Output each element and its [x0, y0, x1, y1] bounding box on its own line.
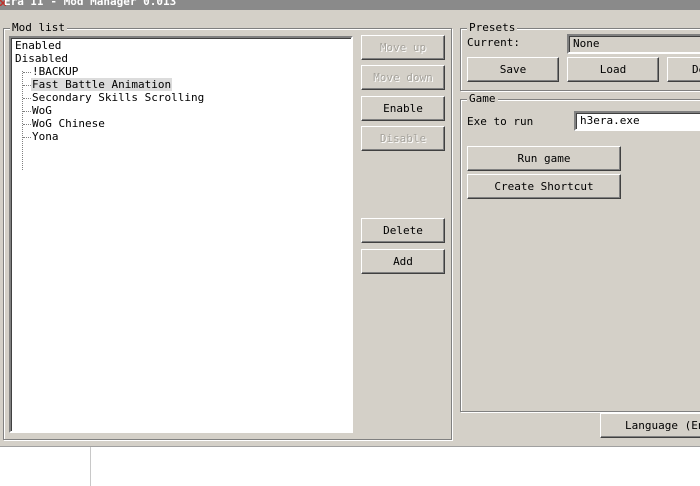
current-preset-field[interactable]: None	[567, 34, 700, 54]
mod-item-label: WoG Chinese	[32, 117, 105, 130]
background-divider	[90, 447, 91, 486]
mod-tree[interactable]: Enabled Disabled !BACKUP Fast Battle Ani…	[9, 36, 353, 433]
exe-to-run-label: Exe to run	[467, 115, 534, 128]
tree-connector	[23, 124, 31, 125]
load-preset-button[interactable]: Load	[567, 57, 659, 82]
tree-node-label: Enabled	[15, 39, 62, 52]
move-down-button[interactable]: Move down	[361, 65, 445, 90]
tree-connector	[23, 85, 31, 86]
tree-node-label: Disabled	[15, 52, 68, 65]
main-window: Mod list Enabled Disabled !BACKUP Fast B…	[0, 10, 700, 446]
game-legend: Game	[467, 92, 498, 105]
save-preset-button[interactable]: Save	[467, 57, 559, 82]
mod-item-wog-chinese[interactable]: WoG Chinese	[31, 117, 106, 130]
game-group: Game	[460, 92, 700, 412]
mod-item-secondary-skills-scrolling[interactable]: Secondary Skills Scrolling	[31, 91, 205, 104]
tree-node-disabled[interactable]: Disabled	[14, 52, 69, 65]
mod-item-label: !BACKUP	[32, 65, 79, 78]
window-title: Era II - Mod Manager 0.013	[4, 0, 177, 8]
title-bar[interactable]: Era II - Mod Manager 0.013	[0, 0, 700, 10]
add-mod-button[interactable]: Add	[361, 249, 445, 274]
disable-button[interactable]: Disable	[361, 126, 445, 151]
exe-to-run-input[interactable]: h3era.exe	[574, 111, 700, 131]
mod-item-label: Yona	[32, 130, 59, 143]
language-button[interactable]: Language (Eng	[600, 413, 700, 438]
mod-item-fast-battle-animation[interactable]: Fast Battle Animation	[31, 78, 173, 91]
tree-connector	[23, 137, 31, 138]
create-shortcut-button[interactable]: Create Shortcut	[467, 174, 621, 199]
tree-connector	[23, 111, 31, 112]
mod-item-yona[interactable]: Yona	[31, 130, 60, 143]
tree-connector	[23, 98, 31, 99]
mod-list-legend: Mod list	[10, 21, 67, 34]
current-preset-label: Current:	[467, 36, 520, 49]
presets-legend: Presets	[467, 21, 518, 34]
mod-item-backup[interactable]: !BACKUP	[31, 65, 79, 78]
delete-preset-button[interactable]: De	[667, 57, 700, 82]
tree-node-enabled[interactable]: Enabled	[14, 39, 62, 52]
run-game-button[interactable]: Run game	[467, 146, 621, 171]
window-bottom-edge	[0, 446, 700, 447]
enable-button[interactable]: Enable	[361, 96, 445, 121]
mod-item-wog[interactable]: WoG	[31, 104, 53, 117]
mod-item-label: Fast Battle Animation	[31, 78, 173, 91]
move-up-button[interactable]: Move up	[361, 35, 445, 60]
mod-item-label: WoG	[32, 104, 52, 117]
mod-item-label: Secondary Skills Scrolling	[32, 91, 205, 104]
delete-mod-button[interactable]: Delete	[361, 218, 445, 243]
tree-connector	[23, 72, 31, 73]
